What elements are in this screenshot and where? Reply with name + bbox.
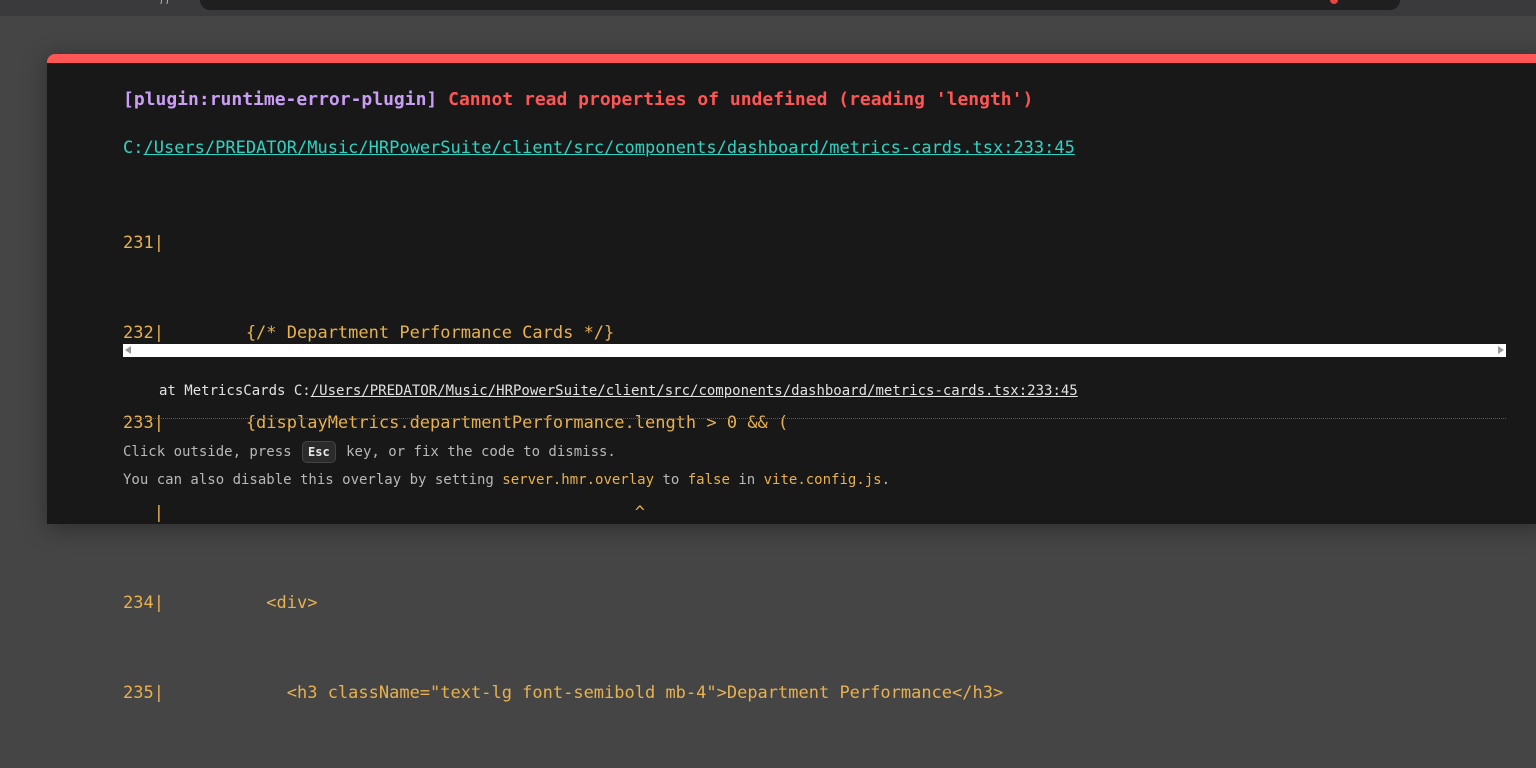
scroll-left-icon[interactable] xyxy=(125,346,131,354)
config-file: vite.config.js xyxy=(763,472,882,488)
plugin-name: [plugin:runtime-error-plugin] xyxy=(123,89,438,110)
config-setting: server.hmr.overlay xyxy=(502,472,655,488)
code-line: 233| {displayMetrics.departmentPerforman… xyxy=(123,413,789,433)
config-value: false xyxy=(687,472,730,488)
tip-text: You can also disable this overlay by set… xyxy=(123,472,503,488)
recording-indicator-icon xyxy=(1330,0,1338,4)
browser-toolbar: )) xyxy=(0,0,1536,16)
stack-trace: at MetricsCards C:/Users/PREDATOR/Music/… xyxy=(159,381,1078,401)
code-frame: 231| 232| {/* Department Performance Car… xyxy=(123,168,1506,768)
code-line: 231| xyxy=(123,233,164,253)
divider xyxy=(123,418,1506,419)
stack-prefix: at MetricsCards C: xyxy=(159,383,311,399)
tip-text: to xyxy=(654,472,688,488)
horizontal-scrollbar[interactable] xyxy=(123,344,1506,357)
tip-text: key, or fix the code to dismiss. xyxy=(337,444,616,460)
address-bar[interactable] xyxy=(200,0,1400,10)
toolbar-icon[interactable]: )) xyxy=(158,0,184,4)
esc-key: Esc xyxy=(302,441,336,463)
error-overlay[interactable]: [plugin:runtime-error-plugin] Cannot rea… xyxy=(47,54,1536,703)
file-drive: C: xyxy=(123,138,144,158)
stack-file-link[interactable]: /Users/PREDATOR/Music/HRPowerSuite/clien… xyxy=(311,383,1078,399)
tip-text: . xyxy=(881,472,891,488)
error-message: [plugin:runtime-error-plugin] Cannot rea… xyxy=(123,90,1033,110)
code-line: 235| <h3 className="text-lg font-semibol… xyxy=(123,683,1004,703)
code-line: 234| <div> xyxy=(123,593,318,613)
config-tip: You can also disable this overlay by set… xyxy=(123,470,890,490)
error-file: C:/Users/PREDATOR/Music/HRPowerSuite/cli… xyxy=(123,138,1075,158)
file-link[interactable]: /Users/PREDATOR/Music/HRPowerSuite/clien… xyxy=(143,138,1074,158)
tip-text: in xyxy=(729,472,764,488)
dismiss-tip: Click outside, press Esc key, or fix the… xyxy=(123,441,616,463)
scroll-right-icon[interactable] xyxy=(1498,346,1504,354)
error-text: Cannot read properties of undefined (rea… xyxy=(448,89,1034,110)
code-line-caret: | ^ xyxy=(123,503,645,523)
tip-text: Click outside, press xyxy=(123,444,301,460)
